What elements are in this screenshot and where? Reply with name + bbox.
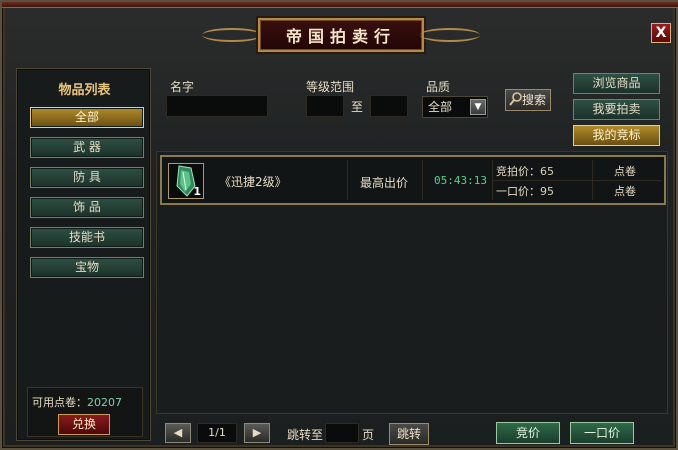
next-page-button[interactable]: ▶ [244, 423, 270, 443]
level-range-label: 等级范围 [306, 80, 355, 94]
my-bids-button[interactable]: 我的竞标 [573, 125, 660, 146]
level-min-input[interactable] [306, 95, 344, 117]
category-panel: 物品列表 全部 武 器 防 具 饰 品 技能书 宝物 可用点卷：20207 兑换 [16, 68, 151, 441]
buyout-price-value: 95 [540, 185, 554, 198]
column-divider [347, 160, 348, 200]
level-to-label: 至 [351, 100, 364, 114]
search-button[interactable]: 搜索 [505, 89, 551, 111]
window-title: 帝国拍卖行 [258, 18, 424, 52]
search-button-label: 搜索 [521, 93, 546, 107]
chevron-left-icon: ◀ [173, 426, 183, 439]
quality-select[interactable]: 全部 ▼ [422, 96, 488, 118]
close-icon: X [655, 25, 667, 41]
quality-label: 品质 [426, 80, 451, 94]
bid-price: 竞拍价：65 [496, 163, 554, 179]
category-weapon-button[interactable]: 武 器 [30, 137, 144, 158]
bid-currency-unit: 点卷 [614, 165, 636, 178]
prev-page-button[interactable]: ◀ [165, 423, 191, 443]
name-input[interactable] [166, 95, 268, 117]
bid-price-label: 竞拍价： [496, 165, 540, 178]
buyout-currency-unit: 点卷 [614, 185, 636, 198]
browse-items-button[interactable]: 浏览商品 [573, 73, 660, 94]
buyout-button[interactable]: 一口价 [570, 422, 634, 444]
title-ornament-right [420, 28, 480, 42]
price-divider [492, 180, 662, 181]
chevron-down-icon[interactable]: ▼ [470, 99, 486, 115]
page-indicator: 1/1 [197, 423, 237, 443]
points-value: 20207 [87, 396, 122, 409]
page-unit-label: 页 [362, 428, 375, 442]
bid-status: 最高出价 [360, 176, 409, 190]
title-ornament-left [202, 28, 262, 42]
time-remaining: 05:43:13 [434, 174, 487, 187]
search-icon [509, 92, 522, 106]
category-armor-button[interactable]: 防 具 [30, 167, 144, 188]
category-treasure-button[interactable]: 宝物 [30, 257, 144, 278]
auction-window: 帝国拍卖行 X 物品列表 全部 武 器 防 具 饰 品 技能书 宝物 可用点卷：… [0, 0, 678, 450]
title-bar: 帝国拍卖行 [202, 16, 480, 56]
item-quantity: 1 [193, 185, 201, 198]
jump-button[interactable]: 跳转 [389, 423, 429, 445]
points-label: 可用点卷： [32, 396, 87, 409]
buyout-price: 一口价：95 [496, 183, 554, 199]
category-skillbook-button[interactable]: 技能书 [30, 227, 144, 248]
jump-to-label: 跳转至 [287, 428, 324, 442]
quality-value: 全部 [428, 100, 453, 114]
category-accessory-button[interactable]: 饰 品 [30, 197, 144, 218]
window-top-border [2, 2, 678, 8]
points-box: 可用点卷：20207 兑换 [27, 387, 143, 437]
chevron-right-icon: ▶ [252, 426, 262, 439]
bid-button[interactable]: 竞价 [496, 422, 560, 444]
exchange-button[interactable]: 兑换 [58, 414, 110, 435]
close-button[interactable]: X [651, 23, 671, 43]
level-max-input[interactable] [370, 95, 408, 117]
column-divider [592, 160, 593, 200]
table-row[interactable]: 1 《迅捷2级》 最高出价 05:43:13 竞拍价：65 一口价：95 点卷 … [160, 155, 666, 205]
item-name: 《迅捷2级》 [219, 175, 287, 189]
jump-page-input[interactable] [325, 423, 359, 443]
search-bar: 名字 等级范围 至 品质 全部 ▼ 搜索 [156, 72, 566, 120]
buyout-price-label: 一口价： [496, 185, 540, 198]
category-panel-title: 物品列表 [58, 83, 111, 98]
points-display: 可用点卷：20207 [32, 394, 122, 410]
column-divider [422, 160, 423, 200]
results-list: 1 《迅捷2级》 最高出价 05:43:13 竞拍价：65 一口价：95 点卷 … [156, 151, 668, 414]
item-slot[interactable]: 1 [168, 163, 204, 199]
sell-item-button[interactable]: 我要拍卖 [573, 99, 660, 120]
name-label: 名字 [170, 80, 195, 94]
category-all-button[interactable]: 全部 [30, 107, 144, 128]
bid-price-value: 65 [540, 165, 554, 178]
